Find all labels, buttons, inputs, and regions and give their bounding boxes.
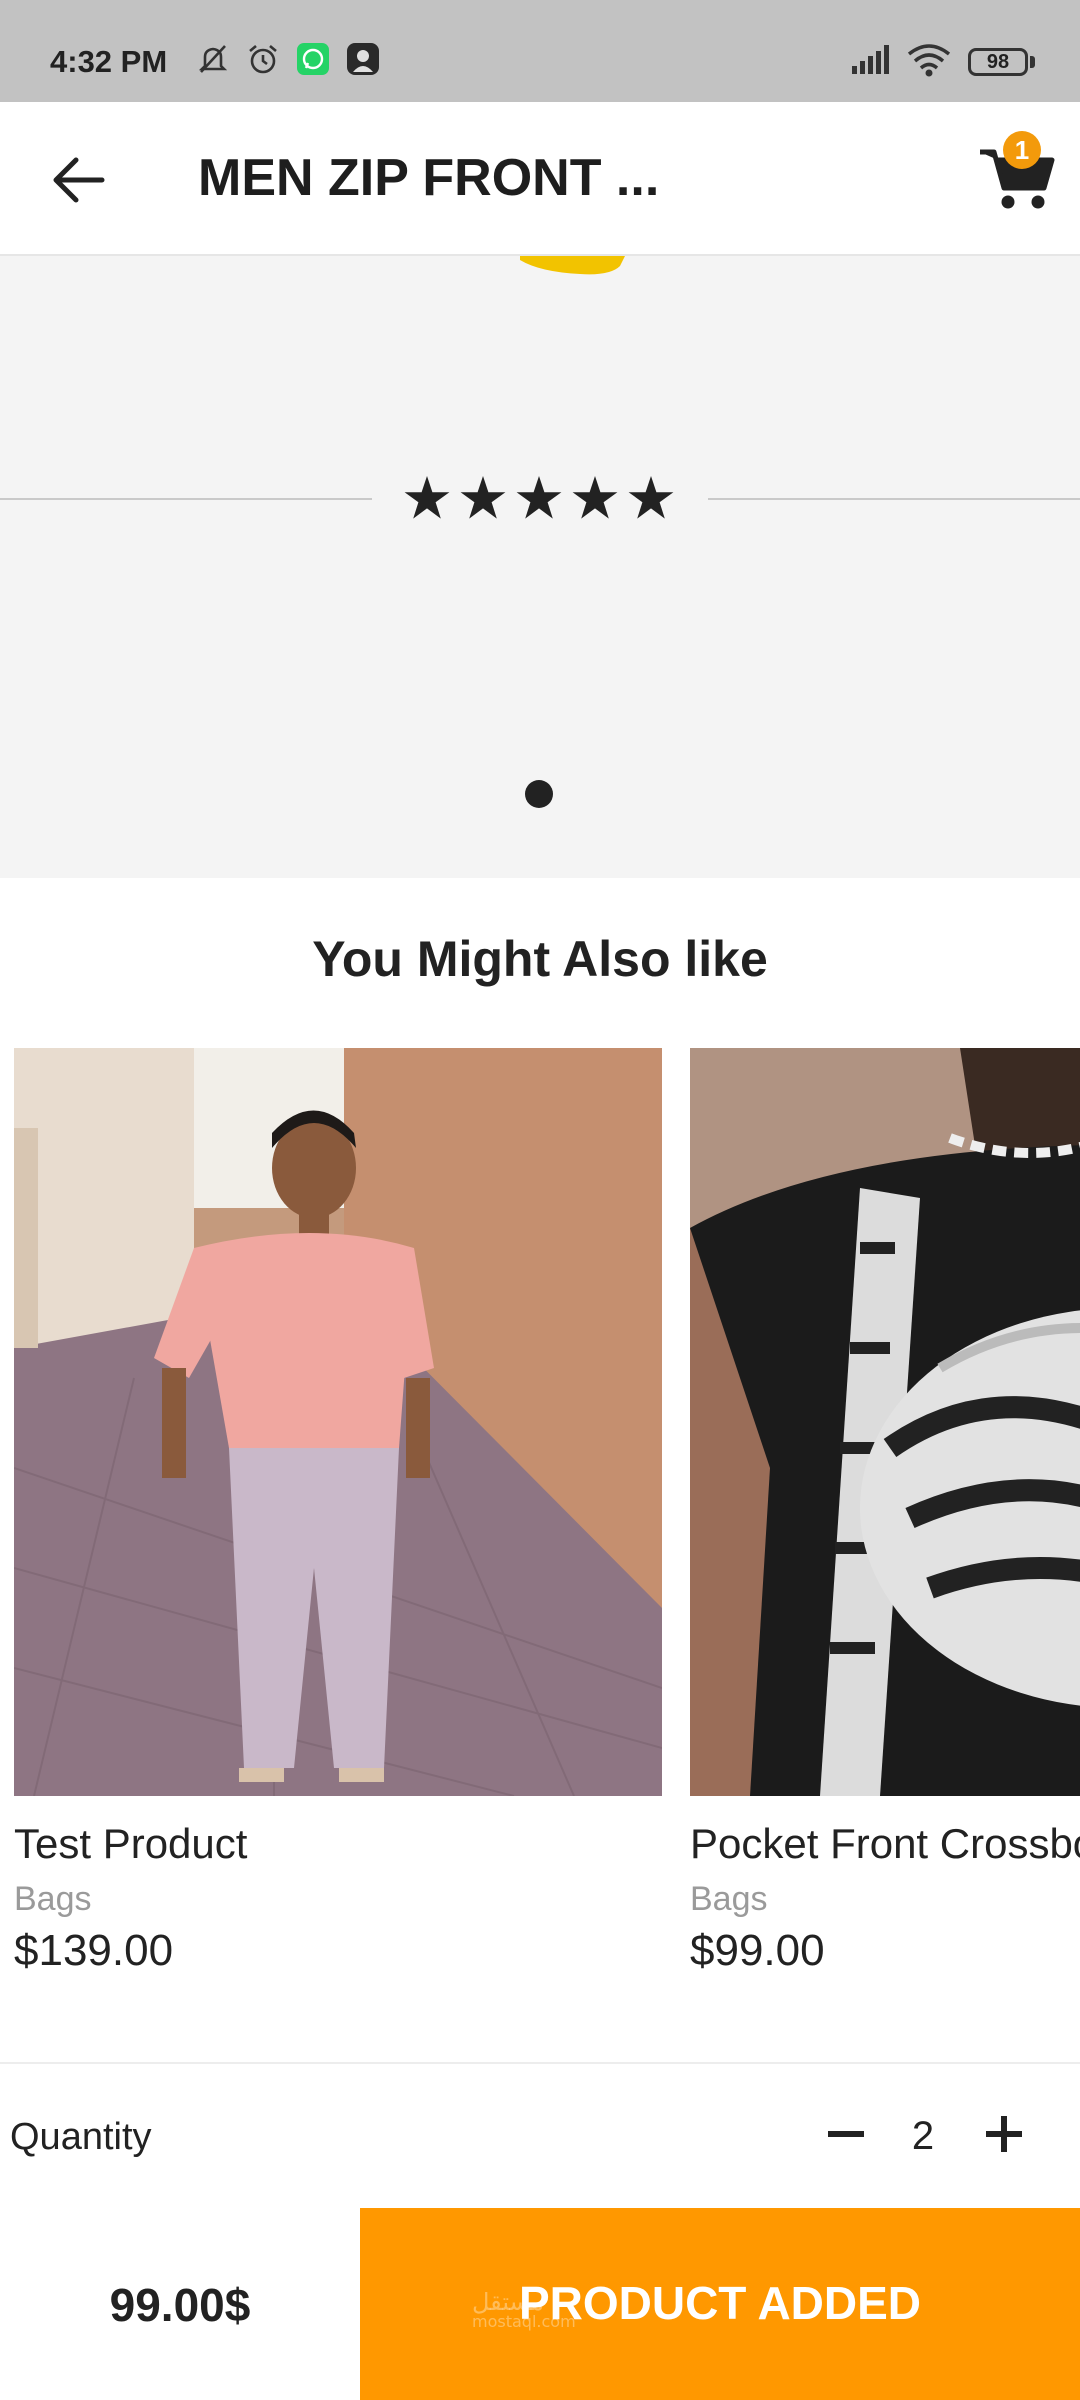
plus-icon[interactable] — [978, 2108, 1030, 2160]
avatar-icon — [347, 43, 379, 75]
product-image — [14, 1048, 662, 1796]
rating-stars — [404, 476, 674, 519]
battery-tip — [1030, 56, 1035, 68]
product-card[interactable]: Pocket Front Crossbody Bags $99.00 — [690, 1048, 1080, 1988]
app-bar: MEN ZIP FRONT ... 1 — [0, 102, 1080, 256]
rating-divider-left — [0, 498, 372, 500]
quantity-bar: Quantity 2 — [0, 2062, 1080, 2208]
watermark: مستقل mostaql.com — [472, 2290, 576, 2330]
rating-divider-right — [708, 498, 1080, 500]
status-time: 4:32 PM — [50, 44, 168, 79]
gallery-page-indicator[interactable] — [525, 780, 553, 808]
product-category: Bags — [14, 1880, 92, 1918]
status-bar: 4:32 PM 98 — [0, 0, 1080, 102]
signal-icon — [852, 45, 889, 74]
total-price-box: 99.00$ — [0, 2208, 360, 2400]
star-icon — [404, 476, 450, 519]
wifi-icon — [907, 44, 951, 77]
star-icon — [460, 476, 506, 519]
product-price: $139.00 — [14, 1926, 174, 1975]
total-price: 99.00$ — [109, 2279, 251, 2331]
star-icon — [516, 476, 562, 519]
battery-icon: 98 — [968, 48, 1028, 76]
back-arrow-icon[interactable] — [40, 150, 116, 210]
product-gallery[interactable] — [0, 256, 1080, 878]
muted-bell-icon — [198, 45, 228, 73]
product-name[interactable]: Test Product — [14, 1820, 247, 1868]
quantity-label: Quantity — [10, 2116, 152, 2158]
product-image-fragment — [520, 256, 625, 275]
star-icon — [628, 476, 674, 519]
product-price: $99.00 — [690, 1926, 825, 1975]
watermark-domain: mostaql.com — [472, 2312, 576, 2331]
alarm-icon — [249, 45, 277, 74]
whatsapp-icon — [297, 43, 329, 75]
recommendations-title: You Might Also like — [312, 931, 768, 987]
product-category: Bags — [690, 1880, 768, 1918]
product-name[interactable]: Pocket Front Crossbody — [690, 1820, 1080, 1868]
quantity-value: 2 — [911, 2114, 935, 2158]
add-to-cart-button[interactable]: PRODUCT ADDED — [360, 2208, 1080, 2400]
product-image — [690, 1048, 1080, 1796]
cart-badge: 1 — [1003, 131, 1041, 169]
page-title: MEN ZIP FRONT ... — [198, 149, 660, 207]
minus-icon[interactable] — [820, 2108, 872, 2160]
star-icon — [572, 476, 618, 519]
add-to-cart-label: PRODUCT ADDED — [518, 2277, 922, 2329]
